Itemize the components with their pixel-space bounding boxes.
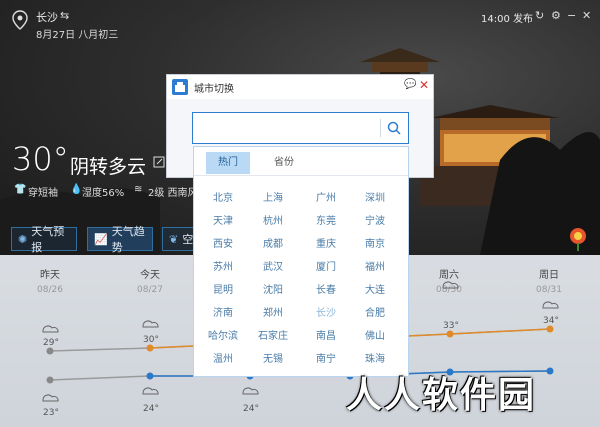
city-option[interactable]: 杭州 xyxy=(248,212,298,227)
sun-icon: ✺ xyxy=(18,232,28,246)
tab-forecast[interactable]: ✺ 天气预报 xyxy=(11,225,77,254)
tab-trend[interactable]: 📈 天气趋势 xyxy=(87,225,153,254)
partly-cloudy-icon xyxy=(242,387,259,395)
publish-time: 14:00 发布 xyxy=(481,14,533,25)
city-dropdown: 热门 省份 北京 上海 广州 深圳天津 杭州 东莞 宁波西安 成都 重庆 南京苏州 武汉 厦门 福州昆明… xyxy=(193,146,409,377)
date-label: 8月27日 八月初三 xyxy=(36,30,119,41)
humidity-icon: 💧 xyxy=(70,184,83,195)
city-option[interactable]: 合肥 xyxy=(350,304,400,319)
city-building-icon xyxy=(172,79,188,95)
tab-hot-cities[interactable]: 热门 xyxy=(206,152,250,174)
city-option[interactable]: 长春 xyxy=(301,281,351,296)
partly-cloudy-icon xyxy=(542,301,559,309)
humidity-value: 湿度56% xyxy=(82,188,125,199)
partly-cloudy-icon xyxy=(42,394,59,402)
city-option[interactable]: 厦门 xyxy=(301,258,351,273)
dialog-title: 城市切换 xyxy=(194,84,234,95)
watermark-text: 人人软件园 xyxy=(346,375,537,416)
city-option[interactable]: 哈尔滨 xyxy=(198,327,248,342)
city-option[interactable]: 昆明 xyxy=(198,281,248,296)
high-temp-point xyxy=(546,325,554,333)
tab-provinces[interactable]: 省份 xyxy=(262,152,306,174)
high-temp-point xyxy=(46,347,54,355)
low-temp-point xyxy=(546,367,554,375)
top-bar: 长沙 ⇆ 8月27日 八月初三 14:00 发布 ↻ ⚙ − ✕ xyxy=(0,0,600,42)
city-option[interactable]: 北京 xyxy=(198,189,248,204)
city-option[interactable]: 东莞 xyxy=(301,212,351,227)
close-icon[interactable]: ✕ xyxy=(582,9,591,22)
switch-city-icon[interactable]: ⇆ xyxy=(60,9,69,22)
tab-forecast-label: 天气预报 xyxy=(31,225,65,254)
low-temp-point xyxy=(46,376,54,384)
city-option[interactable]: 宁波 xyxy=(350,212,400,227)
search-divider xyxy=(380,119,381,137)
cloud-icon xyxy=(142,320,159,328)
refresh-icon[interactable]: ↻ xyxy=(535,9,544,22)
city-option[interactable]: 济南 xyxy=(198,304,248,319)
minimize-icon[interactable]: − xyxy=(567,9,576,22)
city-tabs: 热门 省份 xyxy=(194,147,408,176)
city-option[interactable]: 大连 xyxy=(350,281,400,296)
city-option[interactable]: 深圳 xyxy=(350,189,400,204)
city-name[interactable]: 长沙 xyxy=(36,9,58,25)
weather-description: 阴转多云 xyxy=(70,156,147,178)
city-option[interactable]: 无锡 xyxy=(248,350,298,365)
city-option[interactable]: 重庆 xyxy=(301,235,351,250)
city-option[interactable]: 沈阳 xyxy=(248,281,298,296)
city-option[interactable]: 福州 xyxy=(350,258,400,273)
clothing-index: 穿短袖 xyxy=(28,188,58,199)
city-search-input[interactable] xyxy=(197,117,376,141)
cloud-icon xyxy=(42,325,59,333)
high-temp-point xyxy=(146,344,154,352)
tab-air-label: 空 xyxy=(182,233,194,246)
flower-mascot-icon[interactable] xyxy=(565,226,591,252)
high-temp-label: 34° xyxy=(543,316,559,326)
trend-icon: 📈 xyxy=(94,232,108,246)
shirt-icon: 👕 xyxy=(14,184,27,195)
partly-cloudy-icon xyxy=(142,387,159,395)
city-option[interactable]: 天津 xyxy=(198,212,248,227)
low-temp-label: 23° xyxy=(43,408,59,418)
city-option[interactable]: 苏州 xyxy=(198,258,248,273)
city-option[interactable]: 上海 xyxy=(248,189,298,204)
low-temp-point xyxy=(146,372,154,380)
current-temperature: 30° xyxy=(12,140,69,178)
city-option[interactable]: 郑州 xyxy=(248,304,298,319)
tab-trend-label: 天气趋势 xyxy=(111,225,145,254)
city-search-box xyxy=(192,112,409,144)
wind-icon: ≋ xyxy=(134,184,143,195)
location-pin-icon[interactable] xyxy=(12,10,28,30)
tab-air[interactable]: ❦ 空 xyxy=(162,227,194,251)
low-temp-label: 24° xyxy=(143,404,159,414)
high-temp-label: 29° xyxy=(43,338,59,348)
feedback-icon[interactable]: 💬 xyxy=(404,79,416,90)
dialog-close-icon[interactable]: ✕ xyxy=(419,78,429,92)
partly-cloudy-icon xyxy=(442,281,459,289)
edit-icon[interactable] xyxy=(153,156,165,168)
city-option[interactable]: 南京 xyxy=(350,235,400,250)
city-option[interactable]: 珠海 xyxy=(350,350,400,365)
city-option[interactable]: 武汉 xyxy=(248,258,298,273)
city-option[interactable]: 长沙 xyxy=(301,304,351,319)
city-option[interactable]: 西安 xyxy=(198,235,248,250)
high-temp-label: 33° xyxy=(443,321,459,331)
settings-icon[interactable]: ⚙ xyxy=(551,9,561,22)
wind-value: 2级 西南风 xyxy=(148,188,198,199)
high-temp-label: 30° xyxy=(143,335,159,345)
city-option[interactable]: 温州 xyxy=(198,350,248,365)
leaf-icon: ❦ xyxy=(169,232,179,246)
city-option[interactable]: 成都 xyxy=(248,235,298,250)
city-option[interactable]: 南昌 xyxy=(301,327,351,342)
search-icon[interactable] xyxy=(387,121,401,135)
city-option[interactable]: 佛山 xyxy=(350,327,400,342)
city-option[interactable]: 广州 xyxy=(301,189,351,204)
city-option[interactable]: 南宁 xyxy=(301,350,351,365)
city-option[interactable]: 石家庄 xyxy=(248,327,298,342)
low-temp-label: 24° xyxy=(243,404,259,414)
high-temp-point xyxy=(446,330,454,338)
